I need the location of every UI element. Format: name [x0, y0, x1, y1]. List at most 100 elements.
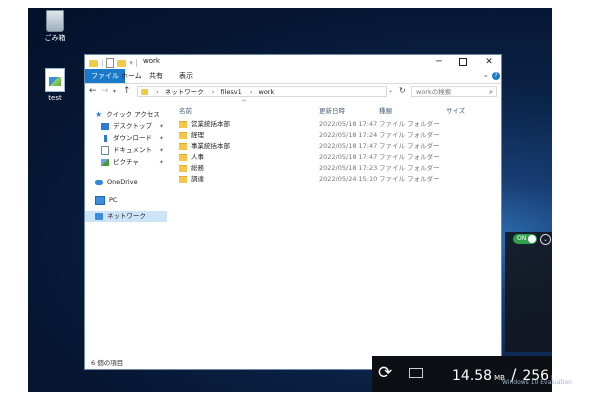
sort-ascending-icon: ^	[241, 99, 247, 107]
pin-icon[interactable]: ✦	[159, 133, 164, 144]
folder-icon	[141, 89, 148, 95]
folder-icon	[89, 59, 98, 67]
desktop-icon-recycle-bin[interactable]: ごみ箱	[36, 10, 74, 43]
file-name: 人事	[191, 153, 204, 161]
address-dropdown-icon[interactable]: ⌄	[388, 87, 393, 94]
help-icon[interactable]: ?	[492, 72, 500, 80]
column-header-size[interactable]: サイズ	[446, 105, 465, 115]
file-type: ファイル フォルダー	[379, 153, 440, 161]
sidebar-item-quick-access[interactable]: ★ クイック アクセス	[95, 109, 160, 120]
on-toggle[interactable]: ON	[513, 234, 537, 244]
pc-icon	[95, 195, 105, 205]
pin-icon[interactable]: ✦	[159, 157, 164, 168]
column-header-type[interactable]: 種類	[379, 105, 392, 115]
file-date: 2022/05/18 17:47	[319, 120, 378, 128]
search-placeholder: workの検索	[416, 88, 452, 96]
breadcrumb-network[interactable]: ネットワーク	[165, 88, 204, 96]
navigation-pane: ★ クイック アクセス デスクトップ ✦ ダウンロード ✦ ドキュメント ✦ ピク…	[85, 103, 169, 353]
window-title: work	[143, 57, 160, 65]
network-icon	[95, 212, 103, 220]
explorer-window: | ▾ | work ─ ✕ ファイル ホーム 共有 表示 ⌄ ? ← → ▾ …	[84, 54, 502, 370]
file-date: 2022/05/18 17:47	[319, 153, 378, 161]
navigation-bar: ← → ▾ ↑ › ネットワーク › filesv1 › work ⌄ ↻ wo…	[85, 84, 501, 100]
folder-icon	[179, 176, 187, 183]
table-row[interactable]: 調達 2022/05/24 15:10 ファイル フォルダー	[179, 174, 499, 185]
sidebar-item-desktop[interactable]: デスクトップ ✦	[101, 121, 164, 132]
pictures-icon	[101, 158, 109, 166]
chevron-down-icon[interactable]: ⌄	[540, 234, 551, 245]
sidebar-item-downloads[interactable]: ダウンロード ✦	[101, 133, 164, 144]
folder-icon	[179, 132, 187, 139]
folder-icon	[179, 121, 187, 128]
pin-icon[interactable]: ✦	[159, 145, 164, 156]
file-type: ファイル フォルダー	[379, 131, 440, 139]
sidebar-item-pictures[interactable]: ピクチャ ✦	[101, 157, 164, 168]
desktop-icon-label: test	[48, 94, 62, 102]
table-row[interactable]: 人事 2022/05/18 17:47 ファイル フォルダー	[179, 152, 499, 163]
star-icon: ★	[95, 110, 103, 119]
column-header-modified[interactable]: 更新日時	[319, 105, 345, 115]
table-row[interactable]: 事業統括本部 2022/05/18 17:47 ファイル フォルダー	[179, 141, 499, 152]
evaluation-watermark: Windows 10 Evaluation	[502, 379, 572, 386]
item-count: 6 個の項目	[91, 359, 124, 367]
pin-icon[interactable]: ✦	[159, 121, 164, 132]
desktop-icon	[101, 122, 109, 130]
download-icon	[101, 134, 109, 142]
maximize-button[interactable]	[451, 55, 475, 69]
table-row[interactable]: 営業統括本部 2022/05/18 17:47 ファイル フォルダー	[179, 119, 499, 130]
minimize-button[interactable]: ─	[427, 55, 451, 69]
file-type: ファイル フォルダー	[379, 142, 440, 150]
table-row[interactable]: 総務 2022/05/18 17:23 ファイル フォルダー	[179, 163, 499, 174]
ribbon: ファイル ホーム 共有 表示 ⌄ ?	[85, 69, 501, 84]
desktop-icon-test[interactable]: test	[36, 68, 74, 103]
file-type: ファイル フォルダー	[379, 120, 440, 128]
quick-access-toolbar: | ▾ |	[89, 58, 137, 68]
file-list: ^ 名前 更新日時 種類 サイズ 営業統括本部 2022/05/18 17:47…	[169, 99, 501, 353]
tab-view[interactable]: 表示	[173, 69, 199, 83]
toggle-knob	[528, 235, 536, 243]
image-file-icon	[45, 68, 65, 92]
onedrive-icon	[95, 179, 103, 185]
file-name: 経理	[191, 131, 204, 139]
documents-icon	[101, 145, 109, 155]
file-type: ファイル フォルダー	[379, 164, 440, 172]
search-input[interactable]: workの検索 ⌕	[411, 86, 497, 97]
new-folder-icon[interactable]	[117, 59, 127, 67]
file-name: 調達	[191, 175, 204, 183]
up-icon[interactable]: ↑	[123, 86, 131, 96]
back-icon[interactable]: ←	[89, 86, 97, 96]
breadcrumb-work[interactable]: work	[259, 88, 275, 96]
file-date: 2022/05/18 17:24	[319, 131, 378, 139]
maximize-icon	[459, 57, 467, 66]
close-button[interactable]: ✕	[477, 55, 501, 69]
file-date: 2022/05/18 17:23	[319, 164, 378, 172]
forward-icon[interactable]: →	[101, 86, 109, 96]
sidebar-item-onedrive[interactable]: OneDrive	[95, 177, 138, 188]
table-row[interactable]: 経理 2022/05/18 17:24 ファイル フォルダー	[179, 130, 499, 141]
search-icon: ⌕	[489, 88, 493, 96]
column-header-name[interactable]: 名前	[179, 105, 192, 115]
screen-icon[interactable]	[409, 368, 423, 378]
refresh-icon[interactable]: ⟳	[378, 363, 392, 383]
properties-icon[interactable]	[106, 58, 115, 68]
file-date: 2022/05/18 17:47	[319, 142, 378, 150]
file-type: ファイル フォルダー	[379, 175, 440, 183]
desktop-icon-label: ごみ箱	[44, 34, 66, 42]
refresh-icon[interactable]: ↻	[399, 86, 406, 95]
expand-ribbon-icon[interactable]: ⌄	[483, 71, 489, 79]
sidebar-item-network[interactable]: ネットワーク	[85, 211, 167, 222]
file-name: 総務	[191, 164, 204, 172]
recent-locations-icon[interactable]: ▾	[113, 88, 116, 95]
breadcrumb-filesv1[interactable]: filesv1	[220, 88, 241, 96]
file-date: 2022/05/24 15:10	[319, 175, 378, 183]
sidebar-item-pc[interactable]: PC	[95, 195, 117, 206]
folder-icon	[179, 143, 187, 150]
title-bar[interactable]: | ▾ | work ─ ✕	[85, 55, 501, 69]
folder-icon	[179, 165, 187, 172]
tab-share[interactable]: 共有	[143, 69, 169, 83]
recycle-bin-icon	[46, 10, 64, 32]
file-name: 営業統括本部	[191, 120, 230, 128]
file-name: 事業統括本部	[191, 142, 230, 150]
address-bar[interactable]: › ネットワーク › filesv1 › work	[137, 86, 387, 97]
sidebar-item-documents[interactable]: ドキュメント ✦	[101, 145, 164, 156]
